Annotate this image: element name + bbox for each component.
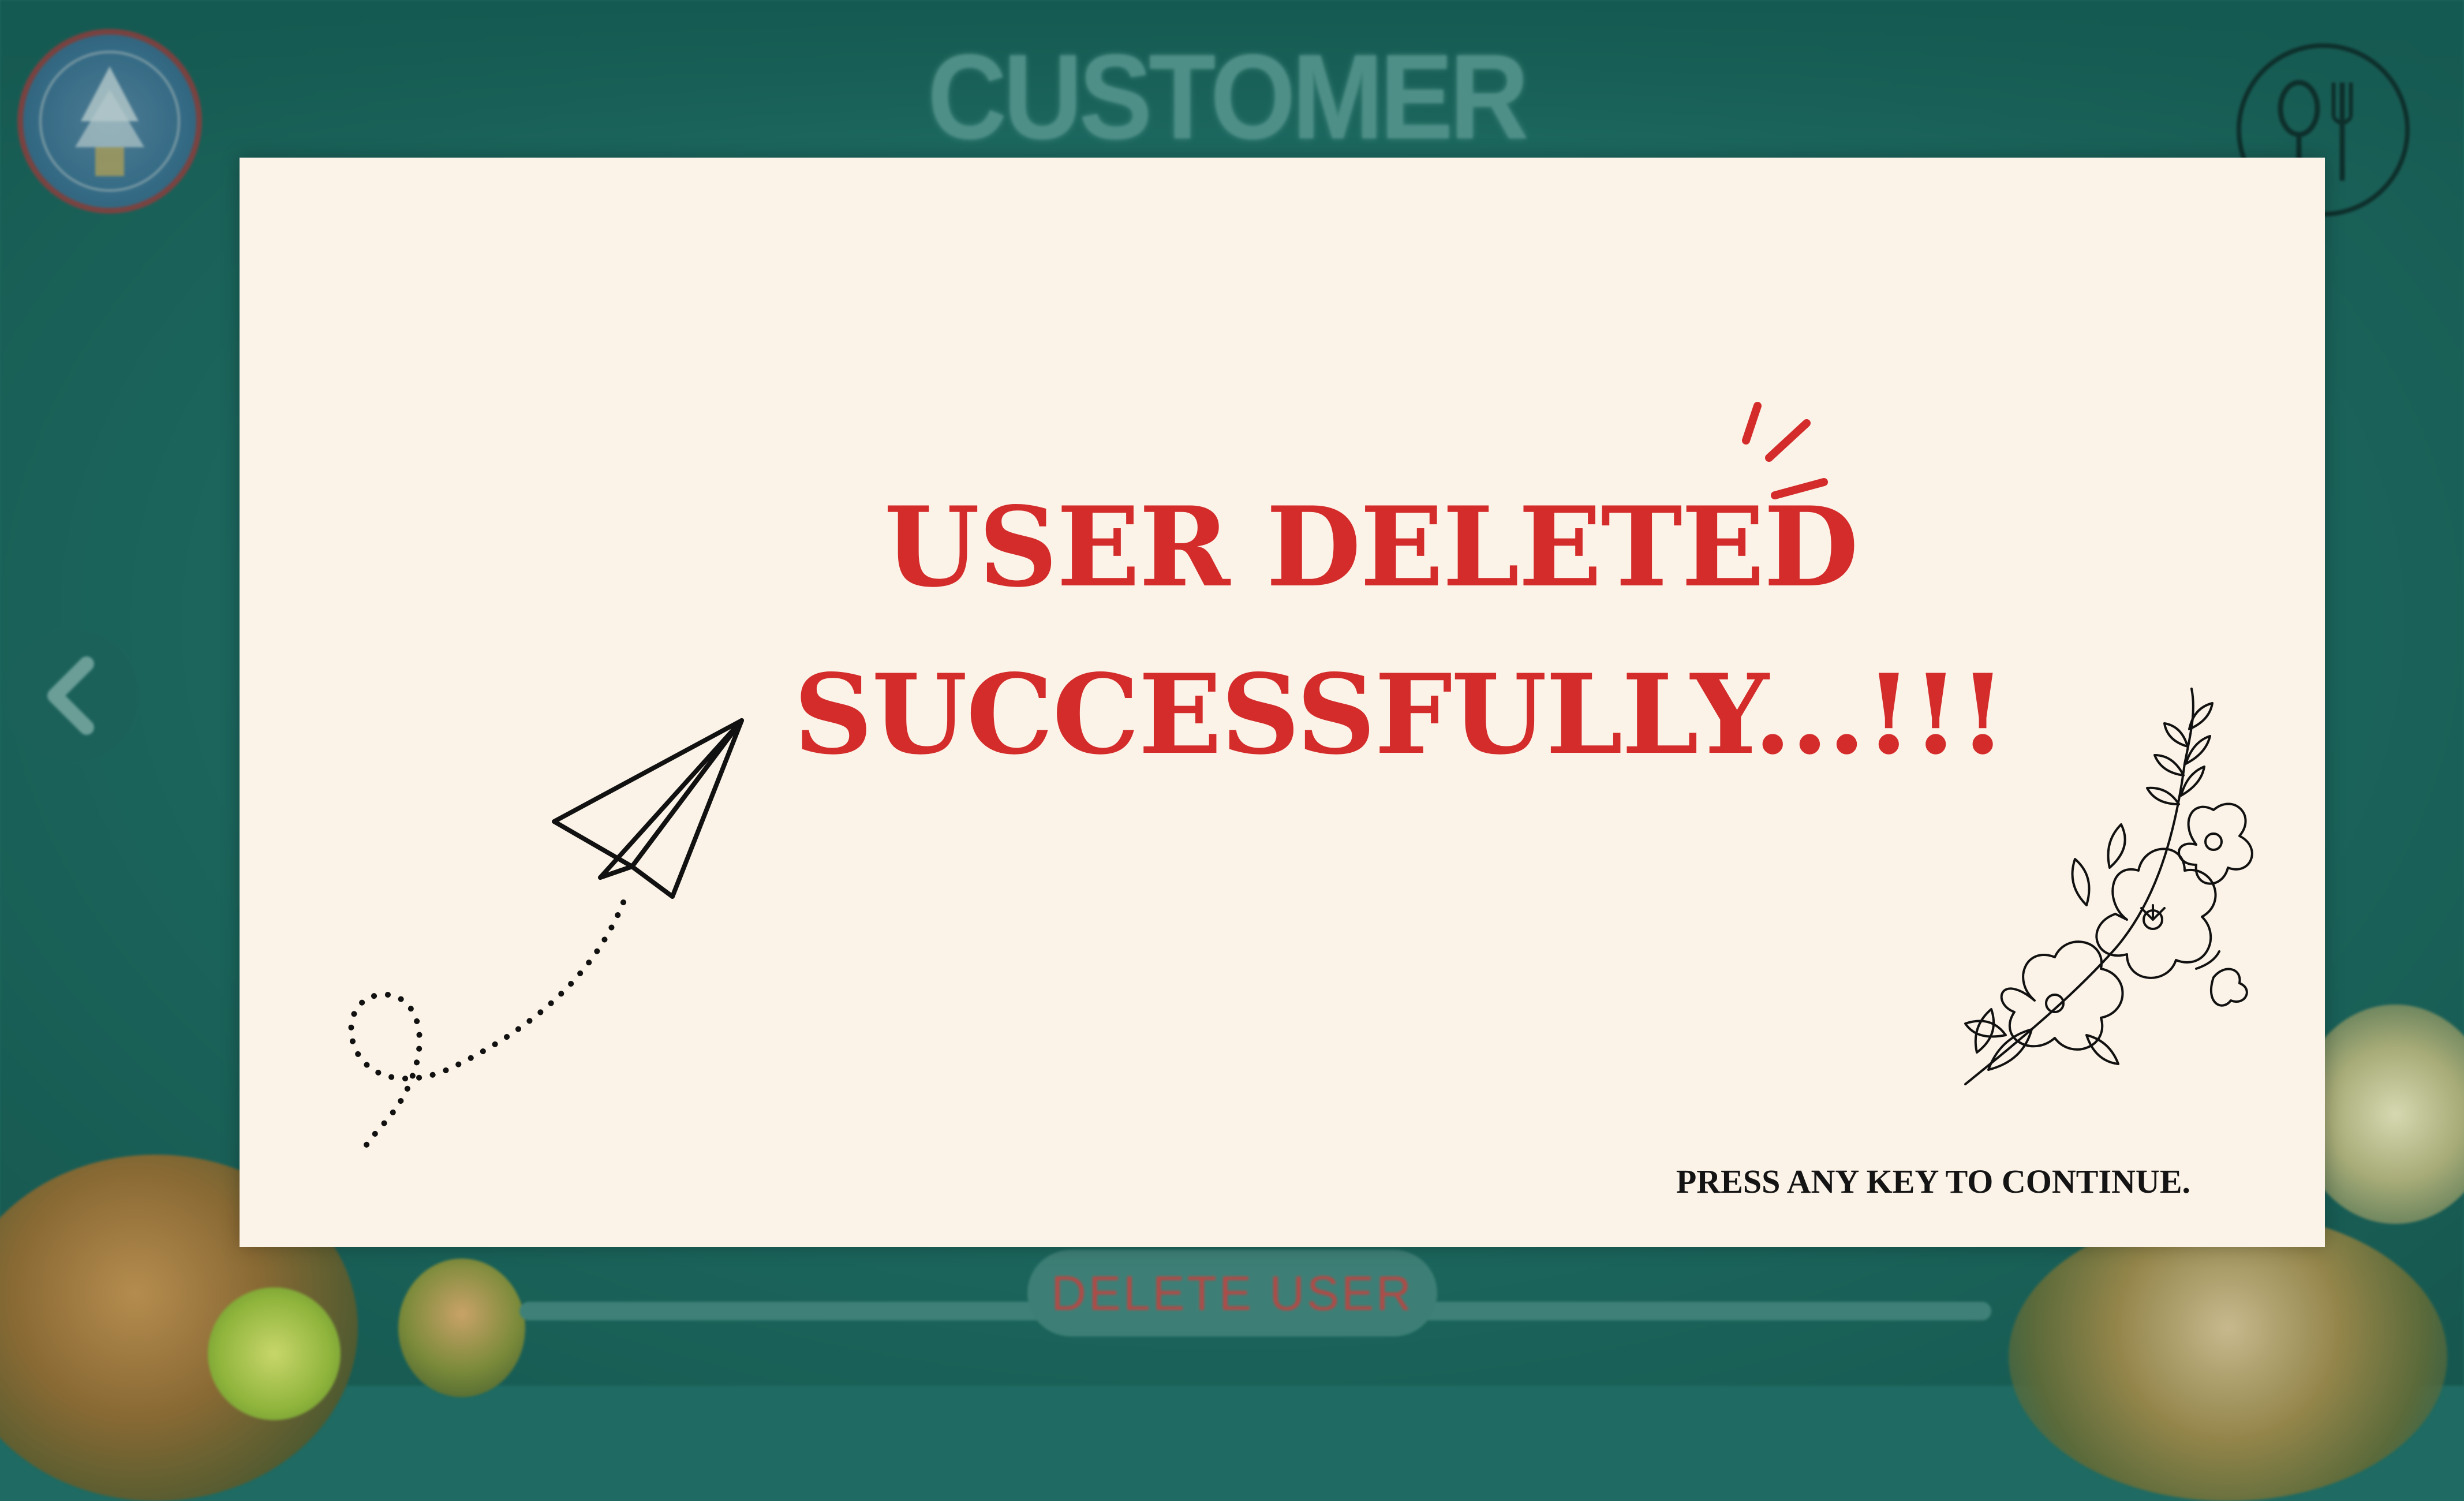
success-dialog: USER DELETED SUCCESSFULLY...!!! PRESS AN… (240, 158, 2325, 1247)
delete-user-button[interactable]: DELETE USER (1027, 1250, 1437, 1336)
lime-image (208, 1287, 341, 1420)
college-logo-icon (17, 29, 202, 214)
paper-airplane-icon (348, 718, 744, 1148)
burger-image (398, 1259, 525, 1397)
message-line-2: SUCCESSFULLY...!!! (794, 650, 2007, 779)
chevron-left-icon (47, 656, 94, 735)
message-line-1: USER DELETED (884, 483, 1859, 611)
noodles-image (2009, 1212, 2447, 1501)
continue-hint: PRESS ANY KEY TO CONTINUE. (1676, 1163, 2190, 1200)
back-button[interactable] (6, 629, 139, 762)
flower-illustration-icon (1964, 688, 2253, 1085)
success-message: USER DELETED SUCCESSFULLY...!!! (794, 464, 2007, 798)
